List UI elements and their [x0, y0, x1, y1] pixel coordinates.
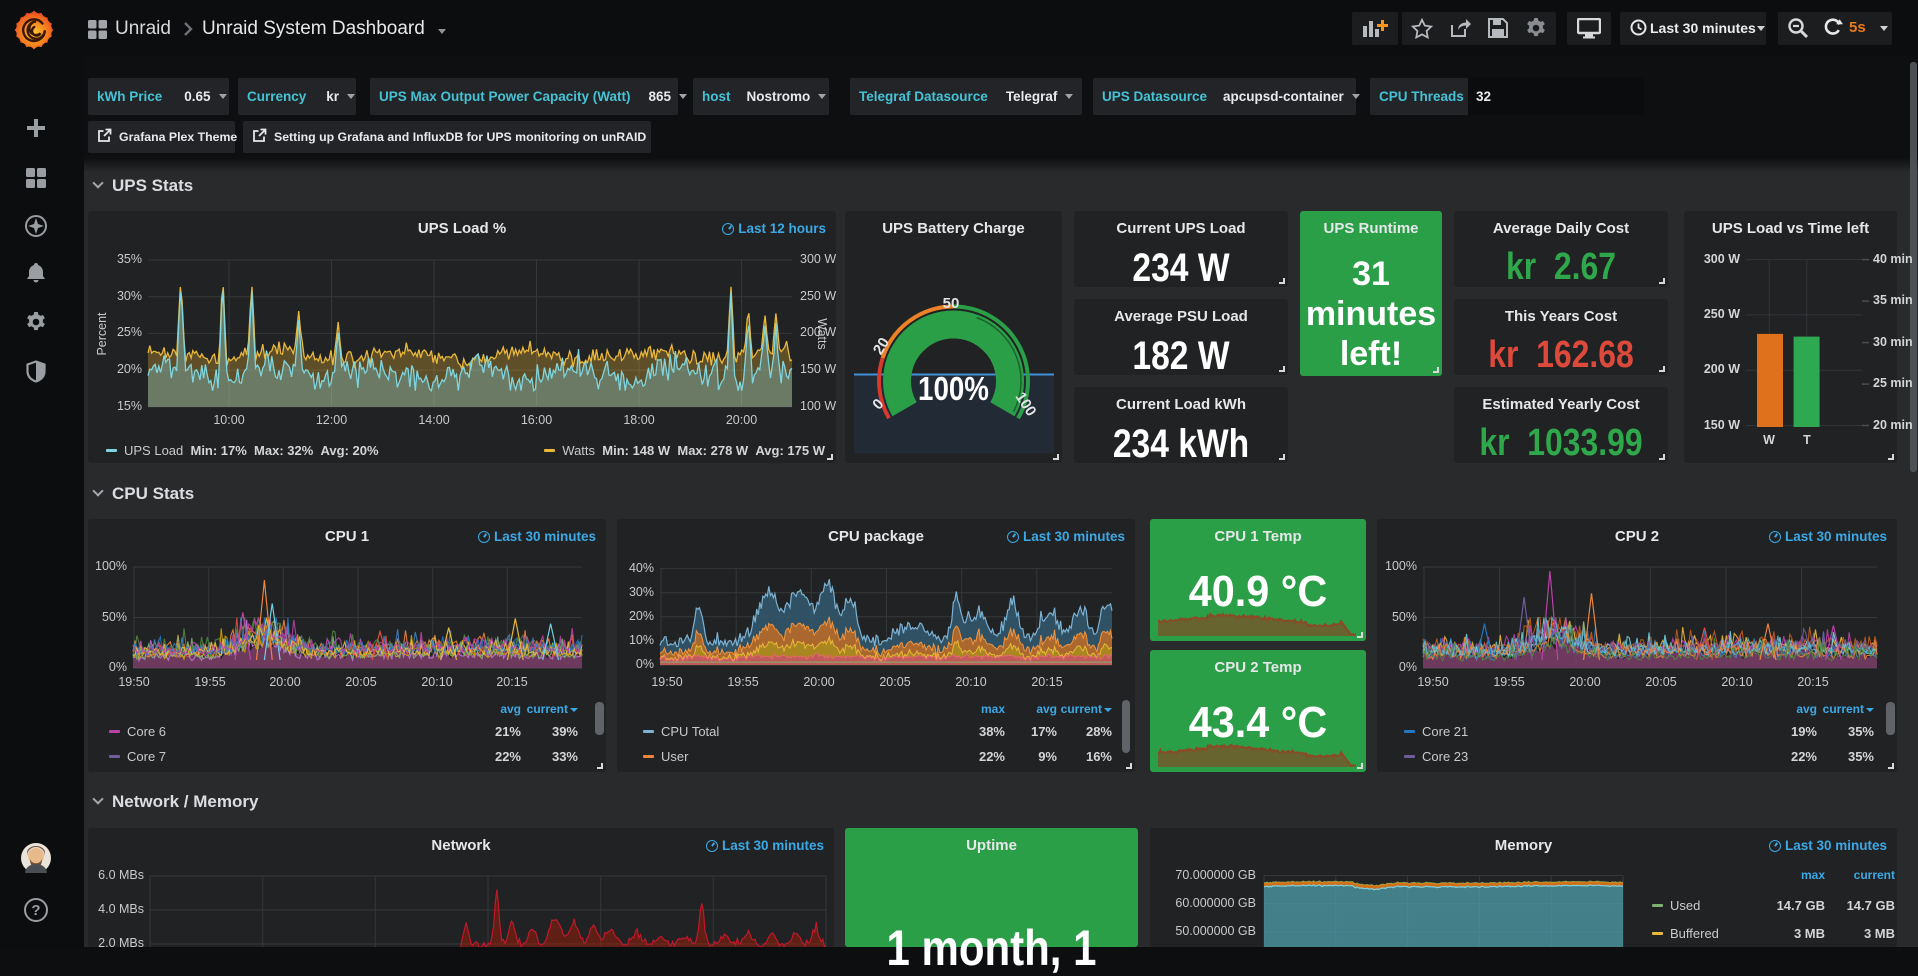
- svg-text:50: 50: [943, 295, 960, 312]
